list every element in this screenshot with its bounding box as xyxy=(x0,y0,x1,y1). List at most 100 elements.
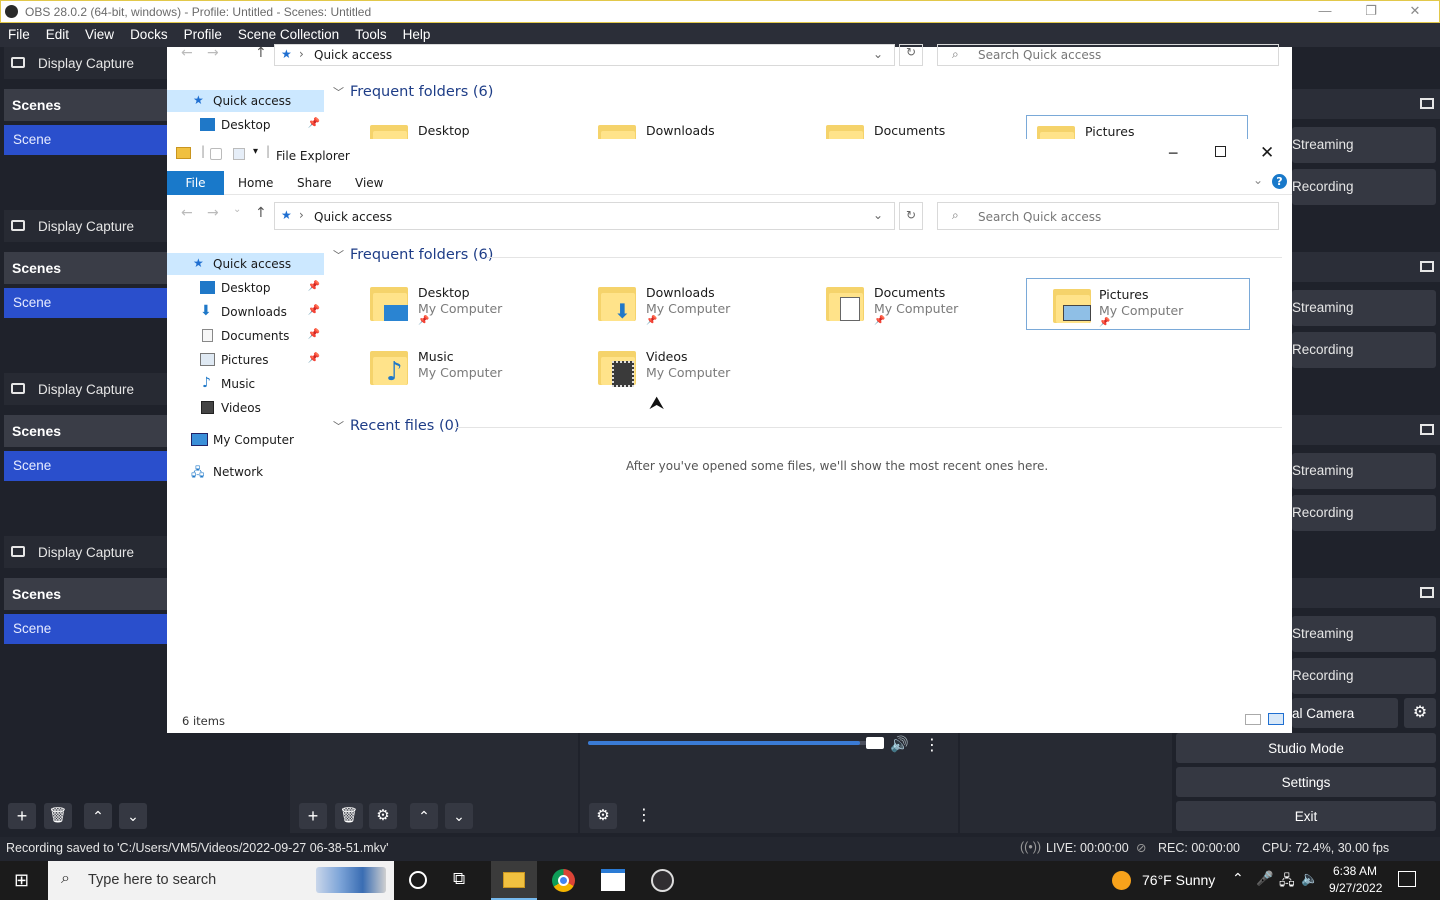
source-properties-gear-icon[interactable]: ⚙ xyxy=(369,803,397,829)
nav-network[interactable]: 🖧 Network xyxy=(167,461,324,483)
nav-pictures[interactable]: Pictures 📌 xyxy=(167,349,324,371)
folder-tile-downloads[interactable]: ⬇ Downloads My Computer 📌 xyxy=(588,277,810,329)
source-display-capture[interactable]: Display Capture xyxy=(4,47,167,79)
search-box[interactable]: ⌕ Search Quick access xyxy=(937,202,1279,230)
microphone-icon[interactable]: 🎤 xyxy=(1256,870,1273,887)
nav-quick-access[interactable]: ★ Quick access xyxy=(167,253,324,275)
recent-files-header[interactable]: ﹀ Recent files (0) xyxy=(333,418,460,434)
windows-start-icon[interactable]: ⊞ xyxy=(14,870,29,891)
obs-taskbar-icon[interactable] xyxy=(651,869,674,892)
frequent-folders-header[interactable]: ﹀ Frequent folders (6) xyxy=(333,247,493,263)
up-arrow-icon[interactable]: ↑ xyxy=(255,45,267,61)
scene-list-item[interactable]: Scene xyxy=(4,614,167,644)
taskbar-file-explorer-button[interactable] xyxy=(491,861,537,900)
exit-button[interactable]: Exit xyxy=(1176,801,1436,831)
menu-tools[interactable]: Tools xyxy=(347,23,395,42)
dock-float-icon[interactable] xyxy=(1420,424,1434,435)
notification-center-icon[interactable] xyxy=(1398,871,1416,887)
explorer-close-icon[interactable]: ✕ xyxy=(1260,143,1274,163)
restore-icon[interactable]: ❐ xyxy=(1351,3,1391,19)
dock-float-icon[interactable] xyxy=(1420,261,1434,272)
menu-docks[interactable]: Docks xyxy=(122,23,176,42)
nav-desktop[interactable]: Desktop 📌 xyxy=(167,114,324,136)
folder-tile-videos[interactable]: Videos My Computer xyxy=(588,341,810,393)
show-hidden-icons-chevron-icon[interactable]: ⌃ xyxy=(1232,870,1244,887)
source-display-capture[interactable]: Display Capture xyxy=(4,373,167,405)
back-arrow-icon[interactable]: ← xyxy=(181,205,193,221)
start-recording-button[interactable]: Recording xyxy=(1292,495,1436,531)
dock-float-icon[interactable] xyxy=(1420,587,1434,598)
start-recording-button[interactable]: Recording xyxy=(1292,332,1436,368)
menu-edit[interactable]: Edit xyxy=(38,23,77,42)
remove-scene-trash-icon[interactable]: 🗑 xyxy=(44,803,72,829)
virtual-camera-settings-gear-icon[interactable]: ⚙ xyxy=(1404,698,1436,728)
menu-view[interactable]: View xyxy=(77,23,122,42)
weather-text[interactable]: 76°F Sunny xyxy=(1142,872,1215,888)
move-source-up-icon[interactable]: ⌃ xyxy=(410,803,438,829)
nav-documents[interactable]: Documents 📌 xyxy=(167,325,324,347)
microsoft-store-icon[interactable] xyxy=(601,869,625,891)
speaker-icon[interactable]: 🔊 xyxy=(890,735,909,753)
scene-list-item[interactable]: Scene xyxy=(4,125,167,155)
menu-file[interactable]: File xyxy=(0,23,38,42)
scene-list-item[interactable]: Scene xyxy=(4,288,167,318)
start-streaming-button[interactable]: Streaming xyxy=(1292,616,1436,652)
search-box[interactable]: ⌕ Search Quick access xyxy=(937,44,1279,66)
forward-arrow-icon[interactable]: → xyxy=(207,205,219,221)
ribbon-tab-home[interactable]: Home xyxy=(238,176,273,190)
back-arrow-icon[interactable]: ← xyxy=(181,45,193,61)
address-bar[interactable]: ★ › Quick access ⌄ xyxy=(274,202,895,230)
folder-tile-pictures[interactable]: Pictures My Computer 📌 xyxy=(1026,278,1250,330)
volume-slider-handle[interactable] xyxy=(866,737,884,749)
start-streaming-button[interactable]: Streaming xyxy=(1292,290,1436,326)
start-streaming-button[interactable]: Streaming xyxy=(1292,127,1436,163)
add-scene-icon[interactable]: + xyxy=(8,803,36,829)
ribbon-expand-chevron-icon[interactable]: ⌄ xyxy=(1253,173,1263,187)
folder-tile-music[interactable]: ♪ Music My Computer xyxy=(360,341,582,393)
scene-list-item[interactable]: Scene xyxy=(4,451,167,481)
task-view-icon[interactable]: ⧉ xyxy=(453,869,465,889)
add-source-icon[interactable]: + xyxy=(299,803,327,829)
folder-tile-documents[interactable]: Documents My Computer 📌 xyxy=(816,277,1038,329)
studio-mode-button[interactable]: Studio Mode xyxy=(1176,733,1436,763)
nav-desktop[interactable]: Desktop 📌 xyxy=(167,277,324,299)
remove-source-trash-icon[interactable]: 🗑 xyxy=(335,803,363,829)
start-recording-button[interactable]: Recording xyxy=(1292,169,1436,205)
audio-menu-dots-icon[interactable]: ⋮ xyxy=(630,803,658,829)
forward-arrow-icon[interactable]: → xyxy=(207,45,219,61)
move-source-down-icon[interactable]: ⌄ xyxy=(445,803,473,829)
large-icons-view-icon[interactable] xyxy=(1268,713,1284,725)
move-scene-up-icon[interactable]: ⌃ xyxy=(84,803,112,829)
folder-tile-desktop[interactable]: Desktop My Computer 📌 xyxy=(360,277,582,329)
nav-quick-access[interactable]: ★ Quick access xyxy=(167,90,324,112)
cortana-circle-icon[interactable] xyxy=(409,871,427,889)
ribbon-tab-view[interactable]: View xyxy=(355,176,383,190)
explorer-minimize-icon[interactable]: ─ xyxy=(1169,146,1177,162)
minimize-icon[interactable]: — xyxy=(1305,3,1345,18)
frequent-folders-header[interactable]: ﹀ Frequent folders (6) xyxy=(333,84,493,100)
menu-help[interactable]: Help xyxy=(395,23,439,42)
move-scene-down-icon[interactable]: ⌄ xyxy=(119,803,147,829)
chrome-icon[interactable] xyxy=(552,869,575,892)
clock-time[interactable]: 6:38 AM xyxy=(1333,864,1377,878)
volume-slider-track[interactable] xyxy=(588,741,884,745)
start-virtual-camera-button[interactable]: al Camera xyxy=(1292,698,1398,728)
ribbon-tab-share[interactable]: Share xyxy=(297,176,332,190)
details-view-icon[interactable] xyxy=(1245,714,1261,725)
up-arrow-icon[interactable]: ↑ xyxy=(255,205,267,221)
menu-profile[interactable]: Profile xyxy=(176,23,230,42)
ribbon-tab-file[interactable]: File xyxy=(167,171,224,195)
address-dropdown-icon[interactable]: ⌄ xyxy=(873,47,883,61)
explorer-maximize-icon[interactable] xyxy=(1215,146,1226,157)
start-recording-button[interactable]: Recording xyxy=(1292,658,1436,694)
customize-qat-dropdown-icon[interactable]: ▾ xyxy=(253,146,258,157)
folder-tile-pictures[interactable]: Pictures xyxy=(1026,115,1248,160)
recent-locations-dropdown-icon[interactable]: ⌄ xyxy=(233,204,241,215)
network-status-icon[interactable]: 🖧 xyxy=(1279,870,1295,894)
new-folder-icon[interactable] xyxy=(233,148,245,160)
advanced-audio-gear-icon[interactable]: ⚙ xyxy=(589,803,617,829)
close-icon[interactable]: ✕ xyxy=(1395,3,1435,19)
help-icon[interactable]: ? xyxy=(1272,174,1287,189)
nav-videos[interactable]: Videos xyxy=(167,397,324,419)
clock-date[interactable]: 9/27/2022 xyxy=(1329,881,1382,895)
